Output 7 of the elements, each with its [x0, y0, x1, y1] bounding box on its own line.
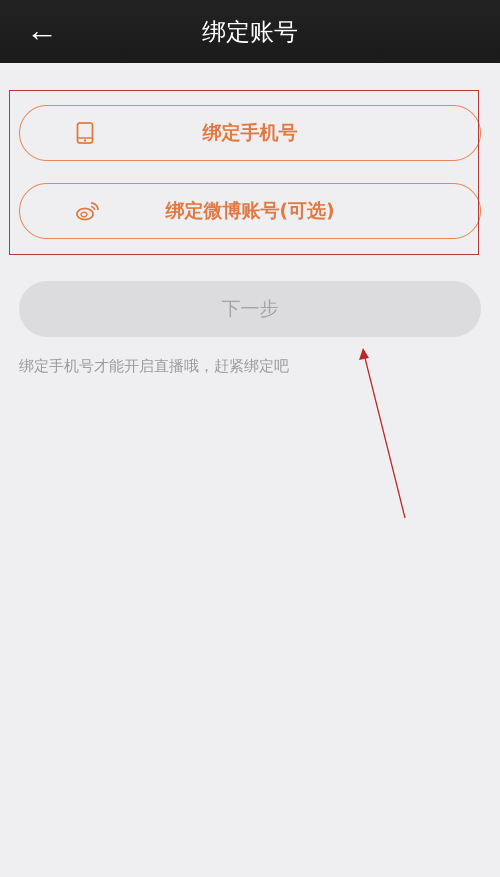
- bind-phone-button[interactable]: 绑定手机号: [19, 105, 481, 161]
- back-button[interactable]: ←: [22, 12, 62, 48]
- hint-text: 绑定手机号才能开启直播哦，赶紧绑定吧: [19, 357, 290, 376]
- phone-icon: [76, 122, 94, 144]
- bind-weibo-button[interactable]: 绑定微博账号(可选): [19, 183, 481, 239]
- page-title: 绑定账号: [202, 16, 298, 48]
- weibo-icon: [76, 201, 100, 221]
